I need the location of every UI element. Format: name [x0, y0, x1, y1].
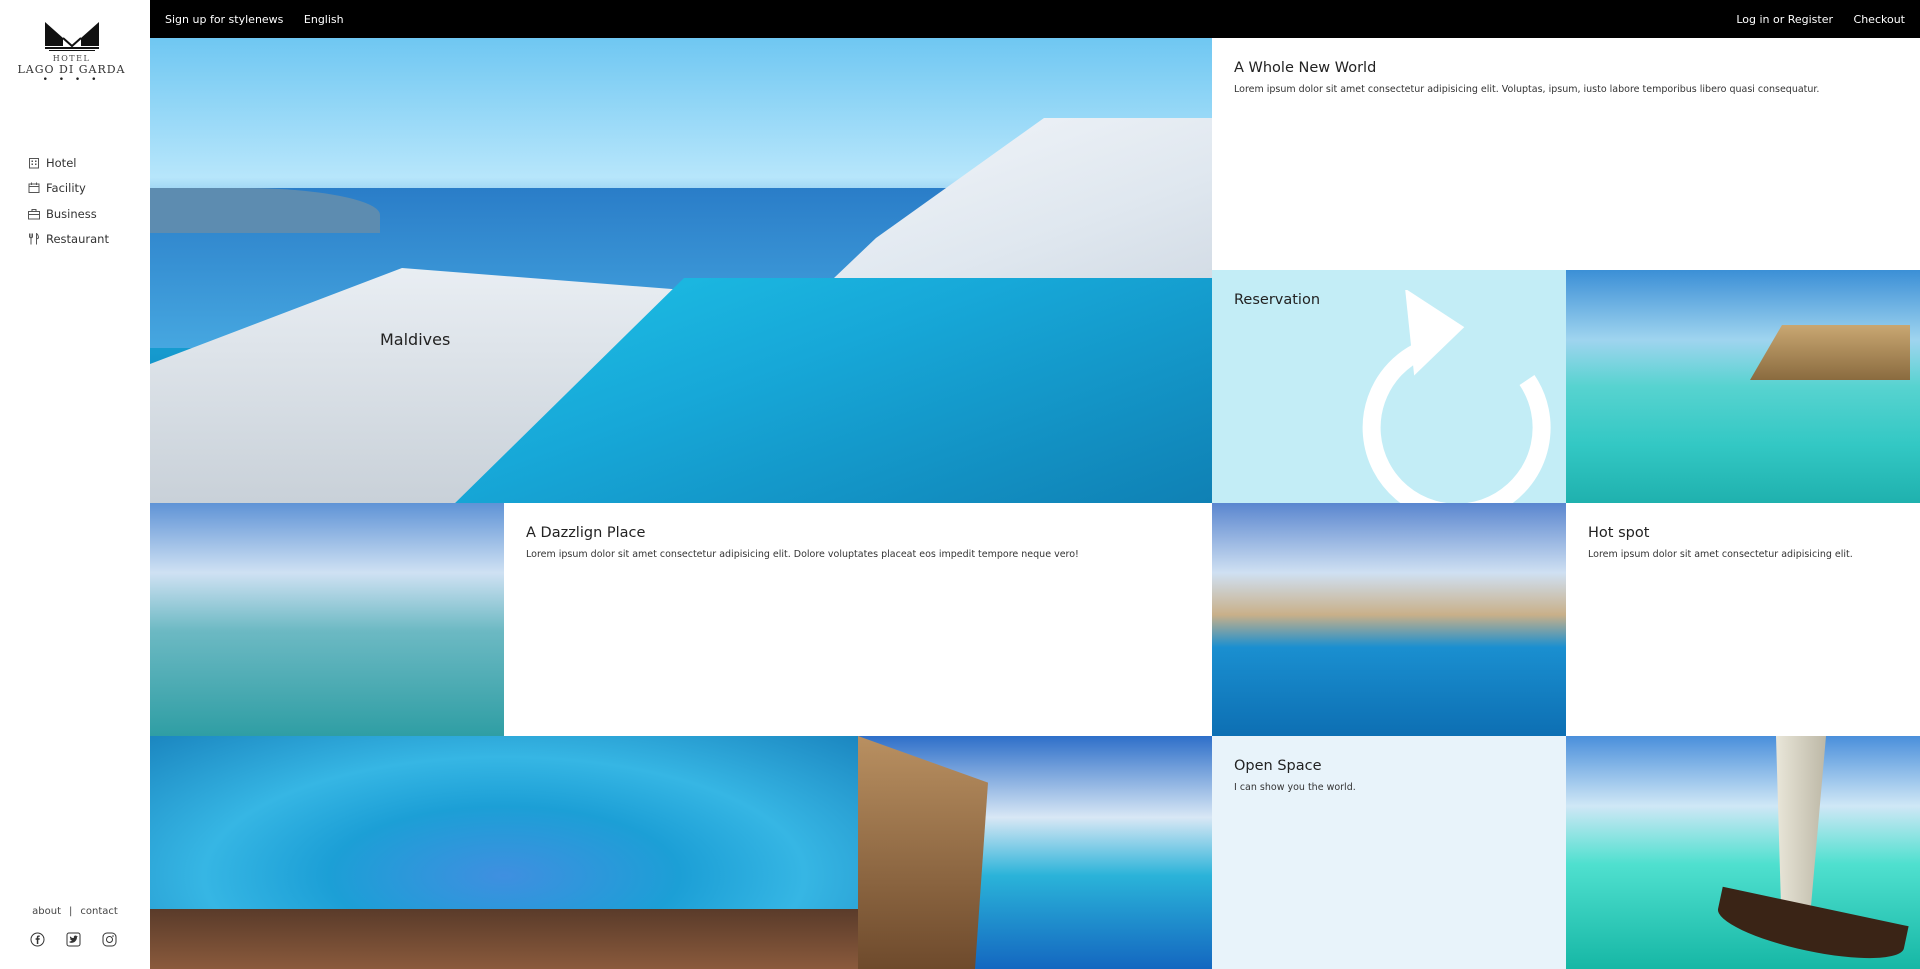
image-overwater-huts[interactable]: [1566, 270, 1920, 503]
about-link[interactable]: about: [32, 906, 61, 917]
tile-hot-spot[interactable]: Hot spot Lorem ipsum dolor sit amet cons…: [1566, 503, 1920, 736]
twitter-icon[interactable]: [66, 932, 81, 947]
image-water-villa[interactable]: [1212, 503, 1566, 736]
logo-mark-icon: [44, 22, 99, 51]
calendar-icon: [28, 182, 40, 194]
logo-stars: • • • •: [42, 75, 101, 85]
tile-reservation[interactable]: Reservation: [1212, 270, 1566, 503]
signup-link[interactable]: Sign up for stylenews: [165, 13, 283, 26]
tile-text: Lorem ipsum dolor sit amet consectetur a…: [526, 549, 1079, 560]
hero-image[interactable]: [150, 38, 1212, 503]
tile-title: Reservation: [1234, 292, 1321, 308]
tile-text: I can show you the world.: [1234, 782, 1356, 793]
tile-title: Hot spot: [1588, 525, 1650, 541]
boat-sail: [1776, 736, 1826, 906]
tile-text: Lorem ipsum dolor sit amet consectetur a…: [1588, 549, 1853, 560]
briefcase-icon: [28, 208, 40, 220]
tile-a-dazzlign-place[interactable]: A Dazzlign Place Lorem ipsum dolor sit a…: [504, 503, 1212, 736]
restaurant-floor: [150, 909, 858, 969]
image-underwater-restaurant[interactable]: [150, 736, 858, 969]
sidebar-item-restaurant[interactable]: Restaurant: [28, 227, 109, 253]
sidebar: HOTEL LAGO DI GARDA • • • • Hotel Facili…: [0, 0, 150, 969]
top-bar: Sign up for stylenews English Log in or …: [150, 0, 1920, 38]
logo-line-hotel: HOTEL: [52, 54, 91, 63]
thatched-roof: [858, 736, 988, 969]
tile-title: A Whole New World: [1234, 60, 1377, 76]
contact-link[interactable]: contact: [80, 906, 117, 917]
image-jacuzzi-pool[interactable]: [858, 736, 1212, 969]
building-icon: [28, 157, 40, 169]
tile-a-whole-new-world[interactable]: A Whole New World Lorem ipsum dolor sit …: [1212, 38, 1920, 270]
image-sailboat[interactable]: [1566, 736, 1920, 969]
tile-title: A Dazzlign Place: [526, 525, 646, 541]
tile-open-space[interactable]: Open Space I can show you the world.: [1212, 736, 1566, 969]
instagram-icon[interactable]: [102, 932, 117, 947]
cutlery-icon: [28, 233, 40, 245]
sidebar-nav: Hotel Facility Business Restaurant: [28, 150, 109, 252]
facebook-icon[interactable]: [30, 932, 45, 947]
footer-separator: |: [69, 906, 73, 917]
sidebar-item-label: Business: [46, 206, 97, 221]
image-swimmers[interactable]: [150, 503, 504, 736]
sidebar-item-facility[interactable]: Facility: [28, 176, 109, 202]
sidebar-item-label: Restaurant: [46, 232, 109, 247]
sidebar-item-business[interactable]: Business: [28, 201, 109, 227]
tile-title: Open Space: [1234, 758, 1322, 774]
topbar-right: Log in or Register Checkout: [1719, 13, 1905, 26]
language-link[interactable]: English: [304, 13, 344, 26]
refresh-icon: [1362, 290, 1551, 503]
checkout-link[interactable]: Checkout: [1854, 13, 1905, 26]
social-links: [30, 932, 117, 947]
tile-text: Lorem ipsum dolor sit amet consectetur a…: [1234, 84, 1820, 95]
sidebar-item-label: Hotel: [46, 155, 77, 170]
hut-roofs: [1750, 325, 1910, 380]
topbar-left: Sign up for stylenews English: [165, 13, 361, 26]
login-link[interactable]: Log in or Register: [1736, 13, 1833, 26]
sidebar-item-label: Facility: [46, 181, 86, 196]
hotel-logo[interactable]: HOTEL LAGO DI GARDA • • • •: [0, 20, 143, 85]
sidebar-item-hotel[interactable]: Hotel: [28, 150, 109, 176]
footer-links: about | contact: [0, 906, 150, 917]
